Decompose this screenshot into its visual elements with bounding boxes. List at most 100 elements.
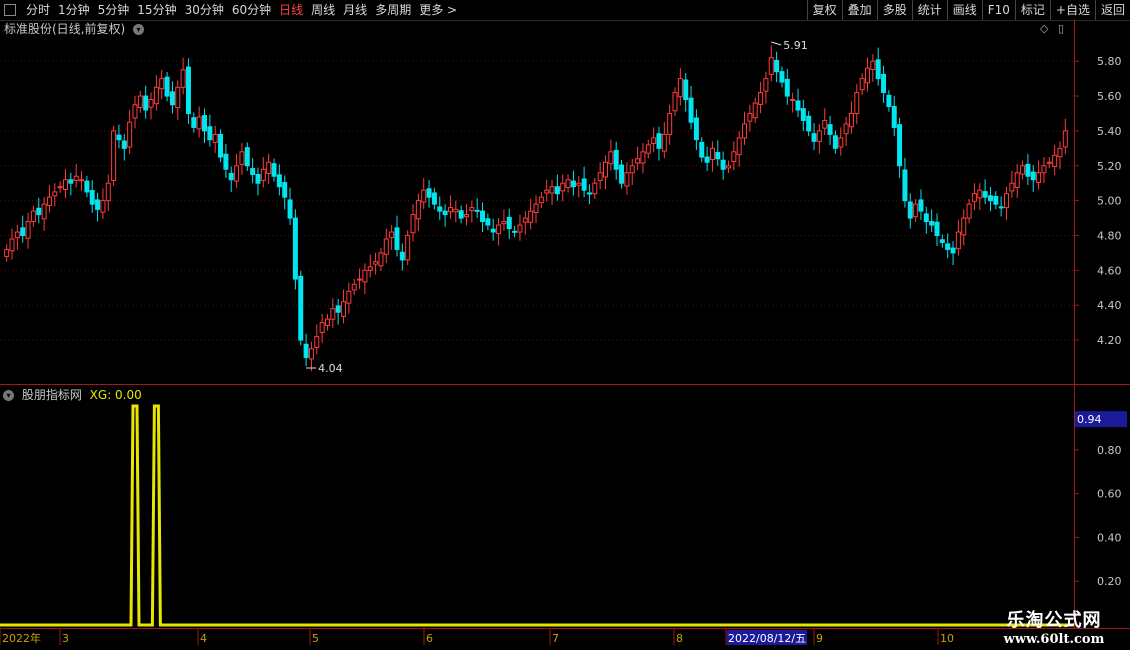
- x-axis-label: 2022/08/12/五: [728, 632, 806, 645]
- candle-body: [918, 199, 924, 212]
- candle-body: [1041, 165, 1047, 174]
- candle-body: [742, 123, 748, 139]
- candle-body: [528, 210, 534, 223]
- candle-body: [62, 179, 68, 190]
- candle-body: [982, 191, 988, 198]
- candle-body: [961, 217, 967, 236]
- candle-body: [731, 151, 737, 163]
- candle-body: [586, 192, 592, 195]
- candle-body: [897, 124, 903, 167]
- candle-body: [36, 207, 42, 216]
- candle-body: [469, 207, 475, 211]
- candle-body: [645, 144, 651, 154]
- xg-indicator-line: [0, 404, 1074, 627]
- candle-body: [688, 97, 694, 123]
- candle-body: [774, 59, 780, 73]
- candle-body: [100, 200, 106, 213]
- candle-body: [870, 60, 876, 71]
- candle-body: [1052, 154, 1058, 167]
- candle-body: [362, 269, 368, 283]
- candle-body: [977, 189, 983, 199]
- x-axis-label: 5: [312, 632, 319, 645]
- candle-body: [14, 231, 20, 239]
- y-tick-label: 5.00: [1097, 195, 1122, 208]
- x-axis-label: 10: [940, 632, 954, 645]
- candle-body: [544, 189, 550, 194]
- watermark-url: www.60lt.com: [1003, 632, 1105, 647]
- x-axis-label: 2022年: [2, 631, 41, 645]
- candle-body: [538, 196, 544, 204]
- candle-body: [560, 182, 566, 192]
- candle-body: [415, 200, 421, 220]
- candle-body: [164, 76, 170, 97]
- candle-body: [453, 208, 459, 213]
- candle-body: [9, 238, 15, 252]
- candle-body: [907, 201, 913, 219]
- candle-body: [629, 165, 635, 174]
- high-label: 5.91: [783, 39, 808, 52]
- y-tick-label: 5.20: [1097, 160, 1122, 173]
- candle-body: [699, 141, 705, 158]
- candle-body: [276, 174, 282, 188]
- candle-body: [116, 134, 122, 141]
- candle-body: [752, 102, 758, 119]
- candle-body: [522, 217, 528, 223]
- candle-body: [934, 221, 940, 237]
- low-label: 4.04: [318, 362, 343, 375]
- candle-body: [218, 133, 224, 158]
- candle-body: [512, 230, 518, 233]
- candle-body: [378, 252, 384, 267]
- candle-body: [1057, 147, 1063, 158]
- watermark-title: 乐淘公式网: [1006, 610, 1102, 631]
- kline-chart[interactable]: 5.80 5.60 5.40 5.20 5.00 4.80 4.60 4.40 4.20 5.91…: [0, 0, 1130, 650]
- candle-body: [864, 67, 870, 84]
- candle-body: [73, 175, 79, 181]
- candle-body: [720, 159, 726, 170]
- candle-body: [875, 59, 881, 80]
- candle-body: [608, 151, 614, 165]
- candle-body: [143, 95, 149, 111]
- candle-body: [437, 206, 443, 212]
- watermark-logo: 乐淘公式网 www.60lt.com: [986, 606, 1122, 648]
- candle-body: [394, 227, 400, 250]
- candle-body: [292, 217, 298, 280]
- candle-body: [4, 248, 10, 257]
- candle-body: [202, 115, 208, 132]
- candle-body: [1030, 171, 1036, 181]
- candle-body: [955, 231, 961, 250]
- candle-body: [966, 203, 972, 219]
- candle-body: [613, 149, 619, 170]
- candle-body: [228, 172, 234, 181]
- candle-body: [79, 179, 85, 182]
- candle-body: [298, 275, 304, 341]
- candle-body: [758, 92, 764, 105]
- candle-body: [806, 115, 812, 132]
- candle-body: [185, 66, 191, 114]
- candle-body: [490, 228, 496, 233]
- candle-body: [939, 239, 945, 243]
- candle-body: [779, 71, 785, 83]
- candle-body: [929, 221, 935, 226]
- candle-body: [1014, 172, 1020, 188]
- candle-body: [1025, 163, 1031, 177]
- candle-body: [763, 78, 769, 92]
- candle-body: [207, 126, 213, 141]
- y-tick-label: 5.60: [1097, 90, 1122, 103]
- candle-body: [859, 78, 865, 91]
- candle-body: [260, 168, 266, 181]
- candle-body: [351, 283, 357, 291]
- candle-body: [1036, 172, 1042, 184]
- candle-body: [373, 261, 379, 265]
- candle-body: [426, 188, 432, 198]
- candle-body: [463, 214, 469, 218]
- candle-body: [250, 168, 256, 175]
- candle-body: [405, 235, 411, 261]
- candle-body: [768, 57, 774, 75]
- candle-body: [410, 214, 416, 234]
- candle-body: [159, 78, 165, 90]
- candle-body: [111, 130, 117, 181]
- candle-body: [667, 112, 673, 135]
- candle-body: [458, 210, 464, 219]
- candle-body: [196, 116, 202, 130]
- candle-body: [234, 165, 240, 182]
